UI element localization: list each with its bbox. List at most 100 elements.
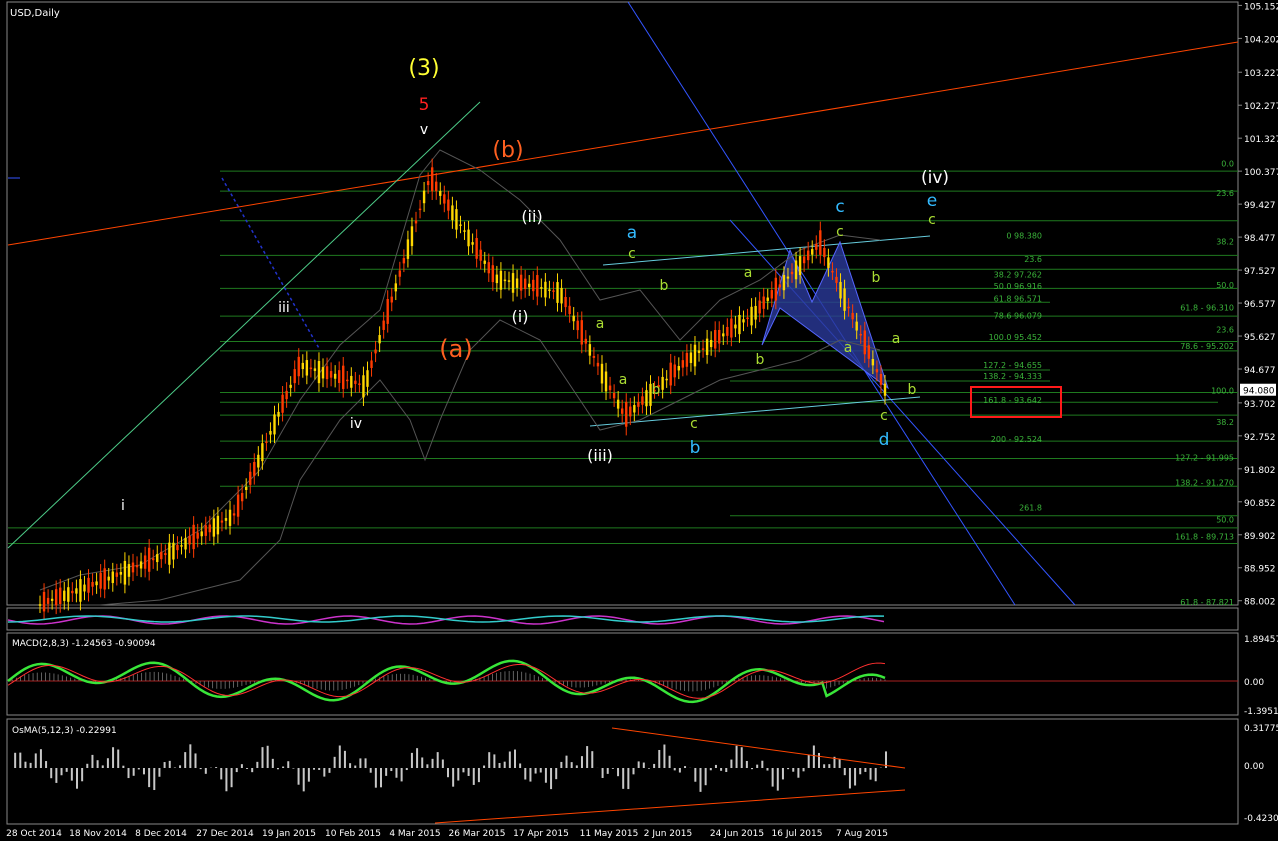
wave-label: c (836, 224, 844, 240)
wave-label: (ii) (521, 207, 542, 226)
candle-body (143, 555, 147, 569)
fib-label: 38.2 (1216, 418, 1234, 427)
candle-body (835, 276, 838, 283)
candle-body (572, 315, 575, 322)
candle-body (313, 368, 317, 371)
fib-label: 138.2 - 91.270 (1175, 478, 1234, 487)
candle-body (192, 524, 195, 550)
candle-body (762, 296, 765, 309)
candle-body (855, 321, 858, 331)
candle-body (382, 320, 385, 330)
candle-body (540, 287, 543, 289)
candle-body (616, 399, 620, 409)
candle-body (507, 280, 511, 282)
candle-body (325, 366, 329, 380)
candle-body (786, 276, 790, 279)
candle-body (50, 598, 54, 601)
fib-label: 38.2 97.262 (994, 270, 1042, 279)
candle-body (604, 371, 608, 392)
candle-body (532, 279, 535, 292)
candle-body (305, 360, 309, 376)
price-tick-label: 100.377 (1244, 168, 1278, 178)
fib-label: 161.8 - 93.642 (983, 396, 1042, 405)
fib-label: 261.8 (1019, 503, 1042, 512)
candle-body (418, 208, 422, 211)
price-tick-label: 103.227 (1244, 69, 1278, 79)
symbol-title: USD,Daily (10, 8, 60, 19)
candle-body (301, 362, 304, 370)
candle-body (847, 306, 850, 309)
candle-body (612, 392, 616, 399)
macd-panel-border (6, 632, 1239, 716)
candle-body (426, 181, 430, 186)
fib-label: 161.8 - 89.713 (1175, 532, 1234, 541)
fib-text-labels: 0.0 23.6 0 98.380 38.2 23.6 38.2 97.262 50.0 50… (983, 160, 1234, 607)
wave-label: a (619, 372, 628, 388)
candle-body (544, 281, 547, 298)
price-tick-label: 88.002 (1244, 598, 1276, 608)
candle-body (261, 443, 264, 462)
candle-body (103, 568, 106, 590)
candle-body (337, 370, 341, 384)
current-price-label: 94.080 (1243, 387, 1275, 397)
candle-body (802, 256, 806, 264)
wave-label: e (927, 191, 937, 211)
candle-body (689, 352, 693, 364)
wave-label: i (121, 498, 125, 514)
fib-label: 23.6 (1216, 189, 1234, 198)
candle-body (641, 396, 644, 405)
price-tick-label: 104.202 (1244, 35, 1278, 45)
trend-lines (7, 1, 1239, 606)
fib-label: 127.2 - 91.995 (1175, 453, 1234, 462)
candle-body (875, 369, 879, 373)
candle-body (750, 306, 753, 326)
candle-body (625, 401, 628, 427)
candle-body (758, 300, 761, 314)
price-tick-label: 93.702 (1244, 400, 1276, 410)
candle-body (883, 383, 887, 396)
candle-body (726, 326, 729, 336)
candle-body (147, 547, 151, 572)
osma-axis-label: 0.31775 (1244, 724, 1278, 734)
wave-label: (b) (492, 138, 523, 163)
candle-body (863, 330, 866, 355)
price-tick-label: 97.527 (1244, 267, 1276, 277)
fib-label: 100.0 95.452 (989, 333, 1042, 342)
price-tick-label: 98.477 (1244, 234, 1276, 244)
fib-label: 78.6 96.079 (994, 311, 1042, 320)
fib-label: 0 98.380 (1006, 231, 1042, 240)
candle-body (455, 209, 458, 230)
candle-body (556, 282, 559, 303)
fib-label: 100.0 (1211, 386, 1234, 395)
date-label: 24 Jun 2015 (710, 829, 764, 839)
date-label: 8 Dec 2014 (135, 829, 187, 839)
candle-body (277, 411, 280, 417)
candle-body (645, 390, 648, 407)
candle-body (362, 375, 365, 398)
candle-body (139, 561, 143, 569)
wave-label: (3) (408, 56, 439, 81)
candle-body (831, 270, 834, 273)
candle-body (621, 408, 624, 414)
candle-body (475, 237, 478, 259)
price-tick-label: 96.577 (1244, 300, 1276, 310)
fib-label: 50.0 96.916 (994, 282, 1042, 291)
candle-body (552, 290, 555, 292)
candle-body (87, 577, 90, 593)
candle-body (119, 572, 123, 575)
candle-body (350, 375, 353, 388)
osma-panel: 0.31775 0.00 -0.42305 (14, 724, 1278, 824)
candle-body (451, 205, 454, 221)
candle-body (718, 329, 721, 344)
candle-body (131, 562, 135, 573)
candle-body (188, 535, 191, 545)
candle-body (669, 362, 672, 386)
trading-chart[interactable]: (3)5viiiiiv(b)(a)(ii)(i)(iii)(iv)abcdecb… (0, 0, 1278, 841)
candle-body (600, 363, 604, 384)
wave-label: c (835, 197, 844, 217)
candle-body (730, 318, 733, 338)
candle-body (236, 494, 240, 517)
candle-body (794, 260, 798, 280)
candle-body (580, 320, 583, 345)
candle-body (79, 579, 82, 602)
